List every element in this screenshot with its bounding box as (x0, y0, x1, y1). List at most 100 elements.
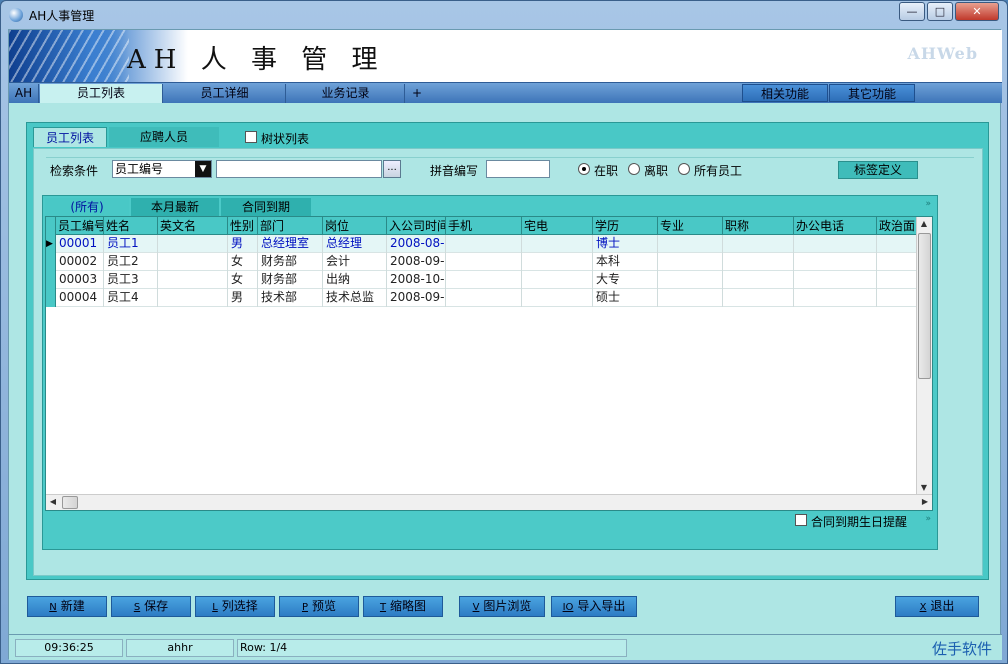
other-functions-button[interactable]: 其它功能 (829, 84, 915, 102)
table-cell[interactable] (794, 289, 877, 307)
table-row[interactable]: 00004 员工4 男技术部 技术总监 2008-09- 硕士 (46, 289, 927, 307)
table-cell[interactable]: 财务部 (258, 271, 323, 289)
row-indicator[interactable] (46, 271, 56, 289)
table-cell[interactable] (723, 253, 794, 271)
table-row[interactable]: 00002 员工2 女财务部 会计 2008-09- 本科 (46, 253, 927, 271)
scroll-right-icon[interactable]: ▶ (918, 495, 932, 509)
vertical-scroll-thumb[interactable] (918, 233, 931, 379)
row-indicator[interactable] (46, 289, 56, 307)
new-button[interactable]: N 新建 (27, 596, 107, 617)
table-cell[interactable] (723, 289, 794, 307)
thumbnail-button[interactable]: T 缩略图 (363, 596, 443, 617)
table-cell[interactable]: 技术部 (258, 289, 323, 307)
title-bar[interactable]: AH人事管理 — □ ✕ (1, 1, 1007, 29)
column-header[interactable]: 岗位 (323, 217, 387, 235)
table-cell[interactable]: 总经理 (323, 235, 387, 253)
table-cell[interactable] (658, 253, 723, 271)
radio-active[interactable] (578, 163, 590, 175)
table-cell[interactable]: 硕士 (593, 289, 658, 307)
horizontal-scroll-thumb[interactable] (62, 496, 78, 509)
table-cell[interactable] (446, 289, 522, 307)
vertical-scrollbar[interactable]: ▲ ▼ (916, 217, 932, 495)
column-header[interactable]: 专业 (658, 217, 723, 235)
table-cell[interactable] (658, 271, 723, 289)
tree-view-checkbox[interactable] (245, 131, 257, 143)
import-export-button[interactable]: IO 导入导出 (551, 596, 637, 617)
column-header[interactable]: 学历 (593, 217, 658, 235)
column-header[interactable]: 性别 (228, 217, 258, 235)
preview-button[interactable]: P 预览 (279, 596, 359, 617)
row-indicator[interactable] (46, 253, 56, 271)
table-cell[interactable] (658, 235, 723, 253)
column-header[interactable]: 手机 (446, 217, 522, 235)
column-header[interactable]: 英文名 (158, 217, 228, 235)
grid-tab-this-month[interactable]: 本月最新 (131, 198, 219, 216)
table-cell[interactable] (522, 235, 593, 253)
close-button[interactable]: ✕ (955, 2, 999, 21)
table-cell[interactable]: 财务部 (258, 253, 323, 271)
scroll-up-icon[interactable]: ▲ (917, 217, 931, 231)
table-cell[interactable]: 女 (228, 271, 258, 289)
table-cell[interactable]: 男 (228, 289, 258, 307)
column-header[interactable]: 员工编号 (56, 217, 104, 235)
table-cell[interactable]: 本科 (593, 253, 658, 271)
table-cell[interactable] (522, 289, 593, 307)
table-cell[interactable] (158, 253, 228, 271)
column-header[interactable]: 职称 (723, 217, 794, 235)
nav-tab-business-record[interactable]: 业务记录 (287, 84, 405, 103)
column-header[interactable]: 宅电 (522, 217, 593, 235)
column-header[interactable]: 办公电话 (794, 217, 877, 235)
save-button[interactable]: S 保存 (111, 596, 191, 617)
table-cell[interactable]: 总经理室 (258, 235, 323, 253)
nav-tab-employee-list[interactable]: 员工列表 (40, 84, 163, 103)
table-cell[interactable]: 2008-08- (387, 235, 446, 253)
table-cell[interactable] (723, 235, 794, 253)
table-cell[interactable]: 员工4 (104, 289, 158, 307)
table-cell[interactable]: 员工1 (104, 235, 158, 253)
table-cell[interactable]: 男 (228, 235, 258, 253)
grid-pin-icon[interactable]: » (925, 199, 931, 209)
table-cell[interactable]: 技术总监 (323, 289, 387, 307)
nav-add-tab[interactable]: + (406, 84, 428, 103)
horizontal-scrollbar[interactable]: ◀ ▶ (46, 494, 932, 510)
table-cell[interactable]: 出纳 (323, 271, 387, 289)
table-cell[interactable] (158, 235, 228, 253)
table-cell[interactable]: 00002 (56, 253, 104, 271)
table-cell[interactable] (723, 271, 794, 289)
table-cell[interactable]: 员工2 (104, 253, 158, 271)
table-cell[interactable] (158, 289, 228, 307)
table-cell[interactable] (794, 253, 877, 271)
table-cell[interactable] (446, 253, 522, 271)
table-cell[interactable]: 2008-09- (387, 253, 446, 271)
scroll-left-icon[interactable]: ◀ (46, 495, 60, 509)
table-cell[interactable]: 2008-09- (387, 289, 446, 307)
browse-button[interactable]: ... (383, 160, 401, 178)
table-cell[interactable]: 博士 (593, 235, 658, 253)
radio-all[interactable] (678, 163, 690, 175)
nav-tab-employee-detail[interactable]: 员工详细 (164, 84, 286, 103)
reminder-checkbox[interactable] (795, 514, 807, 526)
nav-home[interactable]: AH (9, 84, 39, 103)
tab-employee-list[interactable]: 员工列表 (33, 127, 107, 147)
column-header[interactable]: 部门 (258, 217, 323, 235)
table-cell[interactable] (794, 271, 877, 289)
table-cell[interactable] (446, 271, 522, 289)
table-cell[interactable]: 女 (228, 253, 258, 271)
table-cell[interactable] (658, 289, 723, 307)
pinyin-input[interactable] (486, 160, 550, 178)
tab-applicants[interactable]: 应聘人员 (109, 127, 219, 147)
table-row[interactable]: 00003 员工3 女财务部 出纳 2008-10- 大专 (46, 271, 927, 289)
table-cell[interactable]: 00003 (56, 271, 104, 289)
table-cell[interactable]: 员工3 (104, 271, 158, 289)
exit-button[interactable]: X 退出 (895, 596, 979, 617)
column-header[interactable]: 姓名 (104, 217, 158, 235)
table-cell[interactable]: 大专 (593, 271, 658, 289)
table-cell[interactable]: 会计 (323, 253, 387, 271)
maximize-button[interactable]: □ (927, 2, 953, 21)
minimize-button[interactable]: — (899, 2, 925, 21)
dropdown-arrow-icon[interactable]: ▼ (195, 161, 211, 177)
table-cell[interactable]: 2008-10- (387, 271, 446, 289)
table-cell[interactable] (522, 253, 593, 271)
column-header[interactable]: 入公司时间 (387, 217, 446, 235)
tag-define-button[interactable]: 标签定义 (838, 161, 918, 179)
